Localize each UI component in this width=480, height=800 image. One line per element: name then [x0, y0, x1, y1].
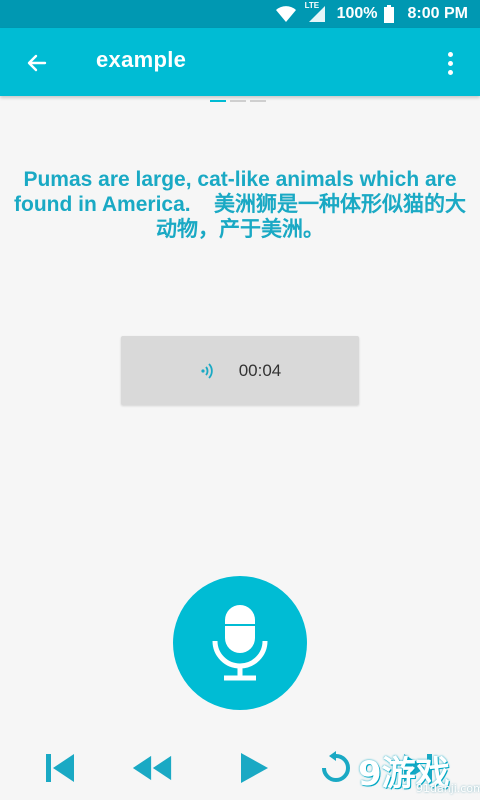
- cell-signal-icon: LTE: [305, 1, 327, 23]
- audio-player[interactable]: 00:04: [121, 336, 359, 405]
- watermark-url: 91danji.com: [416, 782, 480, 795]
- skip-previous-icon: [46, 754, 74, 782]
- arrow-left-icon: [27, 54, 47, 72]
- rewind-button[interactable]: [132, 750, 172, 786]
- sentence-text: Pumas are large, cat-like animals which …: [10, 167, 470, 242]
- play-icon: [241, 753, 268, 783]
- page-title: example: [96, 47, 187, 72]
- page-dot: [250, 100, 266, 102]
- wifi-icon: [275, 5, 297, 23]
- battery-level: 100%: [336, 5, 378, 22]
- network-type-label: LTE: [304, 1, 320, 10]
- skip-previous-button[interactable]: [40, 750, 80, 786]
- app-bar: example: [0, 28, 480, 96]
- more-vert-icon: [447, 51, 453, 57]
- rewind-icon: [132, 755, 172, 781]
- back-button[interactable]: [22, 48, 52, 78]
- record-button[interactable]: [173, 576, 307, 710]
- page-indicator: [210, 100, 266, 102]
- replay-icon: [322, 751, 350, 782]
- microphone-icon: [212, 605, 268, 681]
- audio-duration: 00:04: [238, 360, 282, 380]
- replay-button[interactable]: [316, 750, 356, 786]
- sound-wave-icon: [199, 361, 219, 381]
- clock: 8:00 PM: [407, 5, 468, 22]
- play-button[interactable]: [234, 750, 274, 786]
- status-bar: LTE 100% 8:00 PM: [0, 0, 480, 28]
- page-dot: [230, 100, 246, 102]
- battery-icon: [383, 5, 394, 23]
- page-dot-active: [210, 100, 226, 102]
- sentence-chinese: 美洲狮是一种体形似猫的大动物，产于美洲。: [156, 193, 466, 241]
- overflow-menu-button[interactable]: [440, 48, 460, 78]
- watermark-logo: 9游戏 91danji.com: [356, 742, 480, 798]
